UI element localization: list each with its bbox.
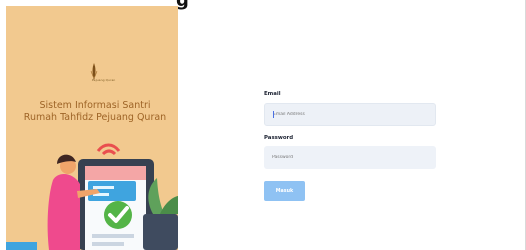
login-page: g Pejuang Quran Sistem Informasi Santri … xyxy=(0,0,526,250)
email-label: Email xyxy=(264,91,281,97)
email-field[interactable] xyxy=(264,103,436,126)
phone-screen-header-shape xyxy=(85,166,146,180)
login-illustration xyxy=(6,143,178,250)
plant-leaf-shape-2 xyxy=(160,196,178,214)
signal-arc-small-icon xyxy=(101,149,117,156)
logo-text: Pejuang Quran xyxy=(92,78,116,82)
plant-pot-shape xyxy=(143,214,178,250)
text-caret xyxy=(273,111,274,118)
login-submit-button[interactable]: Masuk xyxy=(264,181,305,201)
brand-panel: Pejuang Quran Sistem Informasi Santri Ru… xyxy=(6,6,178,250)
password-field[interactable] xyxy=(264,146,436,169)
password-label: Password xyxy=(264,135,294,141)
system-title: Sistem Informasi Santri Rumah Tahfidz Pe… xyxy=(16,100,174,124)
base-block-shape xyxy=(6,242,37,250)
system-title-line-1: Sistem Informasi Santri xyxy=(39,100,151,111)
person-body-shape xyxy=(47,174,80,250)
system-title-line-2: Rumah Tahfidz Pejuang Quran xyxy=(23,112,167,123)
